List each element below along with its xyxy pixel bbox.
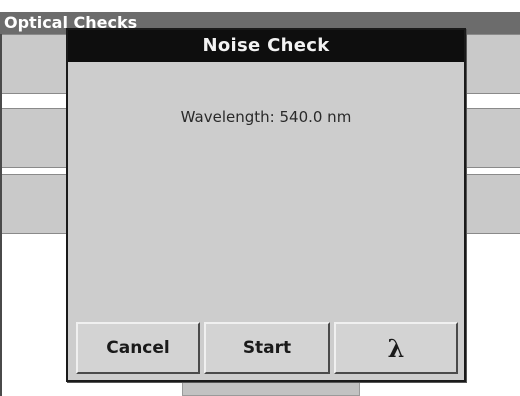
- dialog-button-row: Cancel Start λ: [68, 322, 464, 378]
- wavelength-label: Wavelength: 540.0 nm: [180, 108, 352, 126]
- cancel-button[interactable]: Cancel: [76, 322, 200, 374]
- dialog-title: Noise Check: [68, 30, 464, 62]
- dialog-body: Wavelength: 540.0 nm: [68, 62, 464, 322]
- background-bottom-panel: [182, 380, 360, 396]
- start-button[interactable]: Start: [204, 322, 330, 374]
- noise-check-dialog: Noise Check Wavelength: 540.0 nm Cancel …: [66, 28, 466, 382]
- wavelength-lambda-button[interactable]: λ: [334, 322, 458, 374]
